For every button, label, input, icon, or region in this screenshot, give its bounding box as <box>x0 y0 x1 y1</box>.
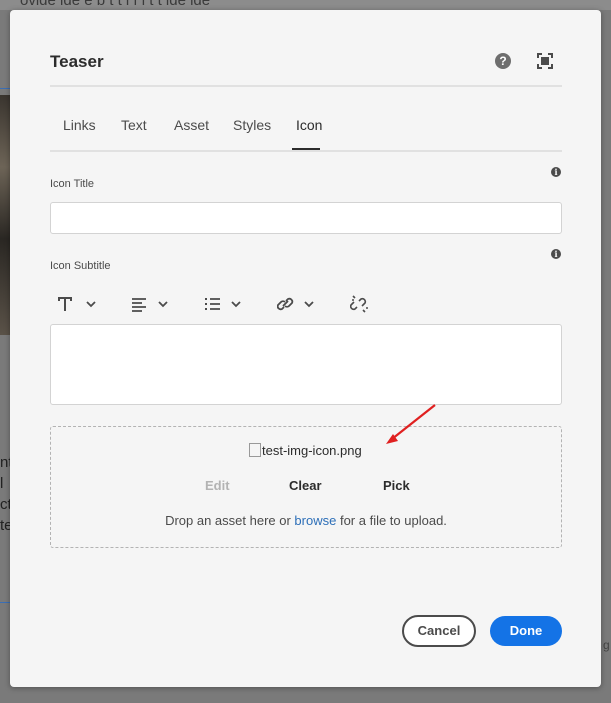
tab-selection-indicator <box>292 148 320 150</box>
background-divider <box>0 88 10 89</box>
list-icon[interactable] <box>204 292 244 316</box>
background-text-left: nt l ct te <box>0 454 10 534</box>
info-icon[interactable]: i <box>551 167 561 177</box>
tab-icon[interactable]: Icon <box>296 117 322 133</box>
broken-image-icon <box>249 443 261 457</box>
browse-link[interactable]: browse <box>294 513 336 528</box>
clear-button[interactable]: Clear <box>289 478 322 493</box>
annotation-arrow-icon <box>386 404 436 444</box>
unlink-icon[interactable] <box>350 292 374 316</box>
done-button[interactable]: Done <box>490 616 562 646</box>
dialog-header: Teaser ? <box>50 50 562 87</box>
tab-list: Links Text Asset Styles Icon <box>50 112 562 152</box>
teaser-dialog: Teaser ? Links Text Asset Styles Icon Ic… <box>10 10 601 687</box>
icon-subtitle-label: Icon Subtitle <box>50 260 111 272</box>
asset-dropzone[interactable]: test-img-icon.png Edit Clear Pick Drop a… <box>50 426 562 548</box>
justify-icon[interactable] <box>131 292 171 316</box>
background-text-right: g <box>603 638 610 652</box>
dialog-title: Teaser <box>50 52 104 71</box>
help-icon[interactable]: ? <box>495 53 511 69</box>
info-icon[interactable]: i <box>551 249 561 259</box>
background-divider <box>0 602 10 603</box>
background-text-strip: ovide ide e b t t i f i t t ide ide <box>0 0 611 10</box>
icon-subtitle-editor[interactable] <box>50 324 562 405</box>
icon-title-input[interactable] <box>50 202 562 234</box>
tab-asset[interactable]: Asset <box>174 117 209 133</box>
paragraph-format-icon[interactable] <box>57 292 97 316</box>
background-image <box>0 95 10 335</box>
fullscreen-icon[interactable] <box>537 53 553 69</box>
upload-hint: Drop an asset here or browse for a file … <box>165 513 447 528</box>
link-icon[interactable] <box>277 292 317 316</box>
icon-image: test-img-icon.png <box>249 443 362 458</box>
edit-button: Edit <box>205 478 230 493</box>
tab-text[interactable]: Text <box>121 117 147 133</box>
rich-text-toolbar <box>57 292 557 316</box>
icon-title-label: Icon Title <box>50 178 95 190</box>
cancel-button[interactable]: Cancel <box>402 615 476 647</box>
tab-styles[interactable]: Styles <box>233 117 271 133</box>
tab-links[interactable]: Links <box>63 117 96 133</box>
pick-button[interactable]: Pick <box>383 478 410 493</box>
